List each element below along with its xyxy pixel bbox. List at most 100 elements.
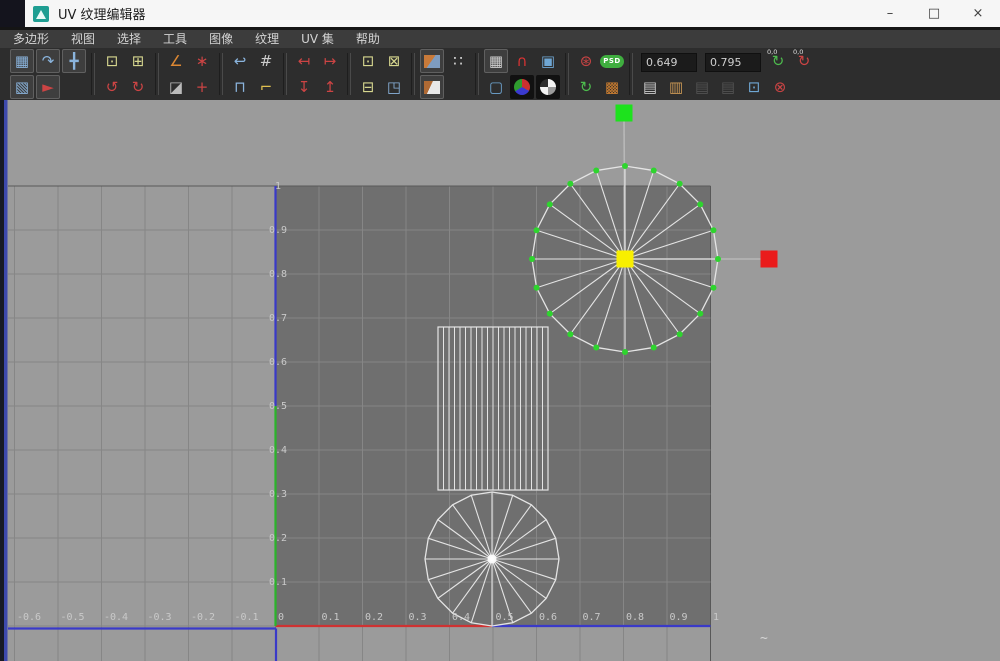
- manipulator-u-handle[interactable]: [761, 251, 778, 268]
- uv-vertex[interactable]: [622, 163, 628, 169]
- update-psd-button[interactable]: PSD: [600, 49, 624, 73]
- menu-item-image[interactable]: 图像: [198, 30, 244, 48]
- menu-item-polygons[interactable]: 多边形: [2, 30, 60, 48]
- menu-item-texture[interactable]: 纹理: [244, 30, 290, 48]
- image-thumbnail-icon: [424, 81, 440, 94]
- view-grid-image-button[interactable]: [420, 75, 444, 99]
- toolbar-separator: [91, 53, 95, 95]
- uv-vertex[interactable]: [567, 181, 573, 187]
- move-uv-button[interactable]: ⊡: [100, 49, 124, 73]
- uv-select-tool-button[interactable]: ►: [36, 75, 60, 99]
- display-distortion-button[interactable]: ⊛: [574, 49, 598, 73]
- toolbar-separator: [283, 53, 287, 95]
- uv-vertex[interactable]: [547, 201, 553, 207]
- uv-editor-viewport[interactable]: 10.90.80.70.60.50.40.30.20.1-0.6-0.5-0.4…: [0, 100, 1000, 661]
- manipulator-v-handle[interactable]: [616, 105, 633, 122]
- rotate-uv-cw-button[interactable]: ↻: [126, 75, 150, 99]
- snap-together-button[interactable]: ⊡: [356, 49, 380, 73]
- menu-item-help[interactable]: 帮助: [345, 30, 391, 48]
- rotate-uv-ccw-button[interactable]: ↺: [100, 75, 124, 99]
- shade-uvs-button[interactable]: ▣: [536, 49, 560, 73]
- minimize-button[interactable]: –: [868, 0, 912, 27]
- unfold-uvs-button[interactable]: ⊓: [228, 75, 252, 99]
- uv-vertex[interactable]: [710, 227, 716, 233]
- delete-uvs-button[interactable]: ⊗: [768, 75, 792, 99]
- uv-vertex[interactable]: [710, 285, 716, 291]
- x-axis-label: -0.6: [17, 612, 41, 623]
- uv-vertex[interactable]: [677, 181, 683, 187]
- uv-vertex[interactable]: [593, 344, 599, 350]
- relax-uvs-button[interactable]: ⌐: [254, 75, 278, 99]
- cycle-uvs-button[interactable]: ↩: [228, 49, 252, 73]
- reset-uv-red-button[interactable]: ↻0,0: [792, 49, 816, 73]
- align-v-min-button[interactable]: ↧: [292, 75, 316, 99]
- move-uv-shell-button[interactable]: ⊞: [126, 49, 150, 73]
- uv-vertex[interactable]: [697, 311, 703, 317]
- menu-item-select[interactable]: 选择: [106, 30, 152, 48]
- uv-vertex[interactable]: [534, 285, 540, 291]
- display-image-button[interactable]: [420, 49, 444, 73]
- menu-item-tool[interactable]: 工具: [152, 30, 198, 48]
- toolbar-row: ▦∩▣: [484, 49, 560, 73]
- reset-uv-green-button[interactable]: ↻0,0: [766, 49, 790, 73]
- toolbar-row: ⊟◳: [356, 75, 406, 99]
- paste-v-button[interactable]: ▤: [716, 75, 740, 99]
- toolbar-row: ◪+: [164, 75, 214, 99]
- toolbar-row: ⊓⌐: [228, 75, 278, 99]
- uv-lattice-tool-button[interactable]: ▦: [10, 49, 34, 73]
- close-button[interactable]: ×: [956, 0, 1000, 27]
- toolbar-row: ▦↷╋: [10, 49, 86, 73]
- dim-image-button[interactable]: ∷: [446, 49, 470, 73]
- x-axis-label: -0.1: [235, 612, 259, 623]
- align-u-min-button[interactable]: ↤: [292, 49, 316, 73]
- paste-u-button[interactable]: ▤: [690, 75, 714, 99]
- alpha-channel-button[interactable]: [536, 75, 560, 99]
- u-coordinate-field[interactable]: [641, 53, 697, 72]
- uv-vertex[interactable]: [697, 201, 703, 207]
- x-axis-label: -0.2: [191, 612, 215, 623]
- uv-shell-cylinder-body[interactable]: [438, 327, 548, 490]
- uv-vertex[interactable]: [622, 349, 628, 355]
- uv-vertex[interactable]: [651, 168, 657, 174]
- uv-grab-tool-button[interactable]: ╋: [62, 49, 86, 73]
- uv-smudge-tool-button[interactable]: ↷: [36, 49, 60, 73]
- toolbar-row: ▢: [484, 75, 560, 99]
- menu-item-view[interactable]: 视图: [60, 30, 106, 48]
- toolbar-group-5: ⊡⊠⊟◳: [356, 49, 406, 99]
- bake-texture-button[interactable]: ▩: [600, 75, 624, 99]
- align-v-max-button[interactable]: ↥: [318, 75, 342, 99]
- refresh-image-button[interactable]: ↻: [574, 75, 598, 99]
- match-uvs-button[interactable]: ⊠: [382, 49, 406, 73]
- layout-uvs-button[interactable]: ⊟: [356, 75, 380, 99]
- copy-uvs-button[interactable]: ▤: [638, 75, 662, 99]
- align-u-max-button[interactable]: ↦: [318, 49, 342, 73]
- toolbar-separator: [411, 53, 415, 95]
- uv-vertex[interactable]: [567, 331, 573, 337]
- paste-uvs-button[interactable]: ▥: [664, 75, 688, 99]
- uv-vertex[interactable]: [529, 256, 535, 262]
- rgb-channels-button[interactable]: [510, 75, 534, 99]
- stack-shells-button[interactable]: ◳: [382, 75, 406, 99]
- copy-selection-button[interactable]: ⊡: [742, 75, 766, 99]
- uv-vertex[interactable]: [677, 331, 683, 337]
- uv-vertex[interactable]: [651, 344, 657, 350]
- pixel-snap-button[interactable]: ∩: [510, 49, 534, 73]
- maximize-button[interactable]: □: [912, 0, 956, 27]
- uv-vertex[interactable]: [534, 227, 540, 233]
- toolbar-row: ↧↥: [292, 75, 342, 99]
- uv-vertex[interactable]: [547, 311, 553, 317]
- flip-uvs-button[interactable]: ◪: [164, 75, 188, 99]
- uv-lattice-deform-button[interactable]: ▧: [10, 75, 34, 99]
- toggle-shell-borders-button[interactable]: ▢: [484, 75, 508, 99]
- move-pivot-button[interactable]: +: [190, 75, 214, 99]
- snap-grid-button[interactable]: #: [254, 49, 278, 73]
- menu-item-uv-set[interactable]: UV 集: [290, 30, 345, 48]
- uv-shell-bottom-cap[interactable]: [425, 492, 559, 626]
- toggle-grid-button[interactable]: ▦: [484, 49, 508, 73]
- manipulator-pivot-handle[interactable]: [617, 251, 634, 268]
- split-uvs-button[interactable]: ∗: [190, 49, 214, 73]
- cut-uv-edges-button[interactable]: ∠: [164, 49, 188, 73]
- uv-vertex[interactable]: [593, 168, 599, 174]
- uv-vertex[interactable]: [715, 256, 721, 262]
- v-coordinate-field[interactable]: [705, 53, 761, 72]
